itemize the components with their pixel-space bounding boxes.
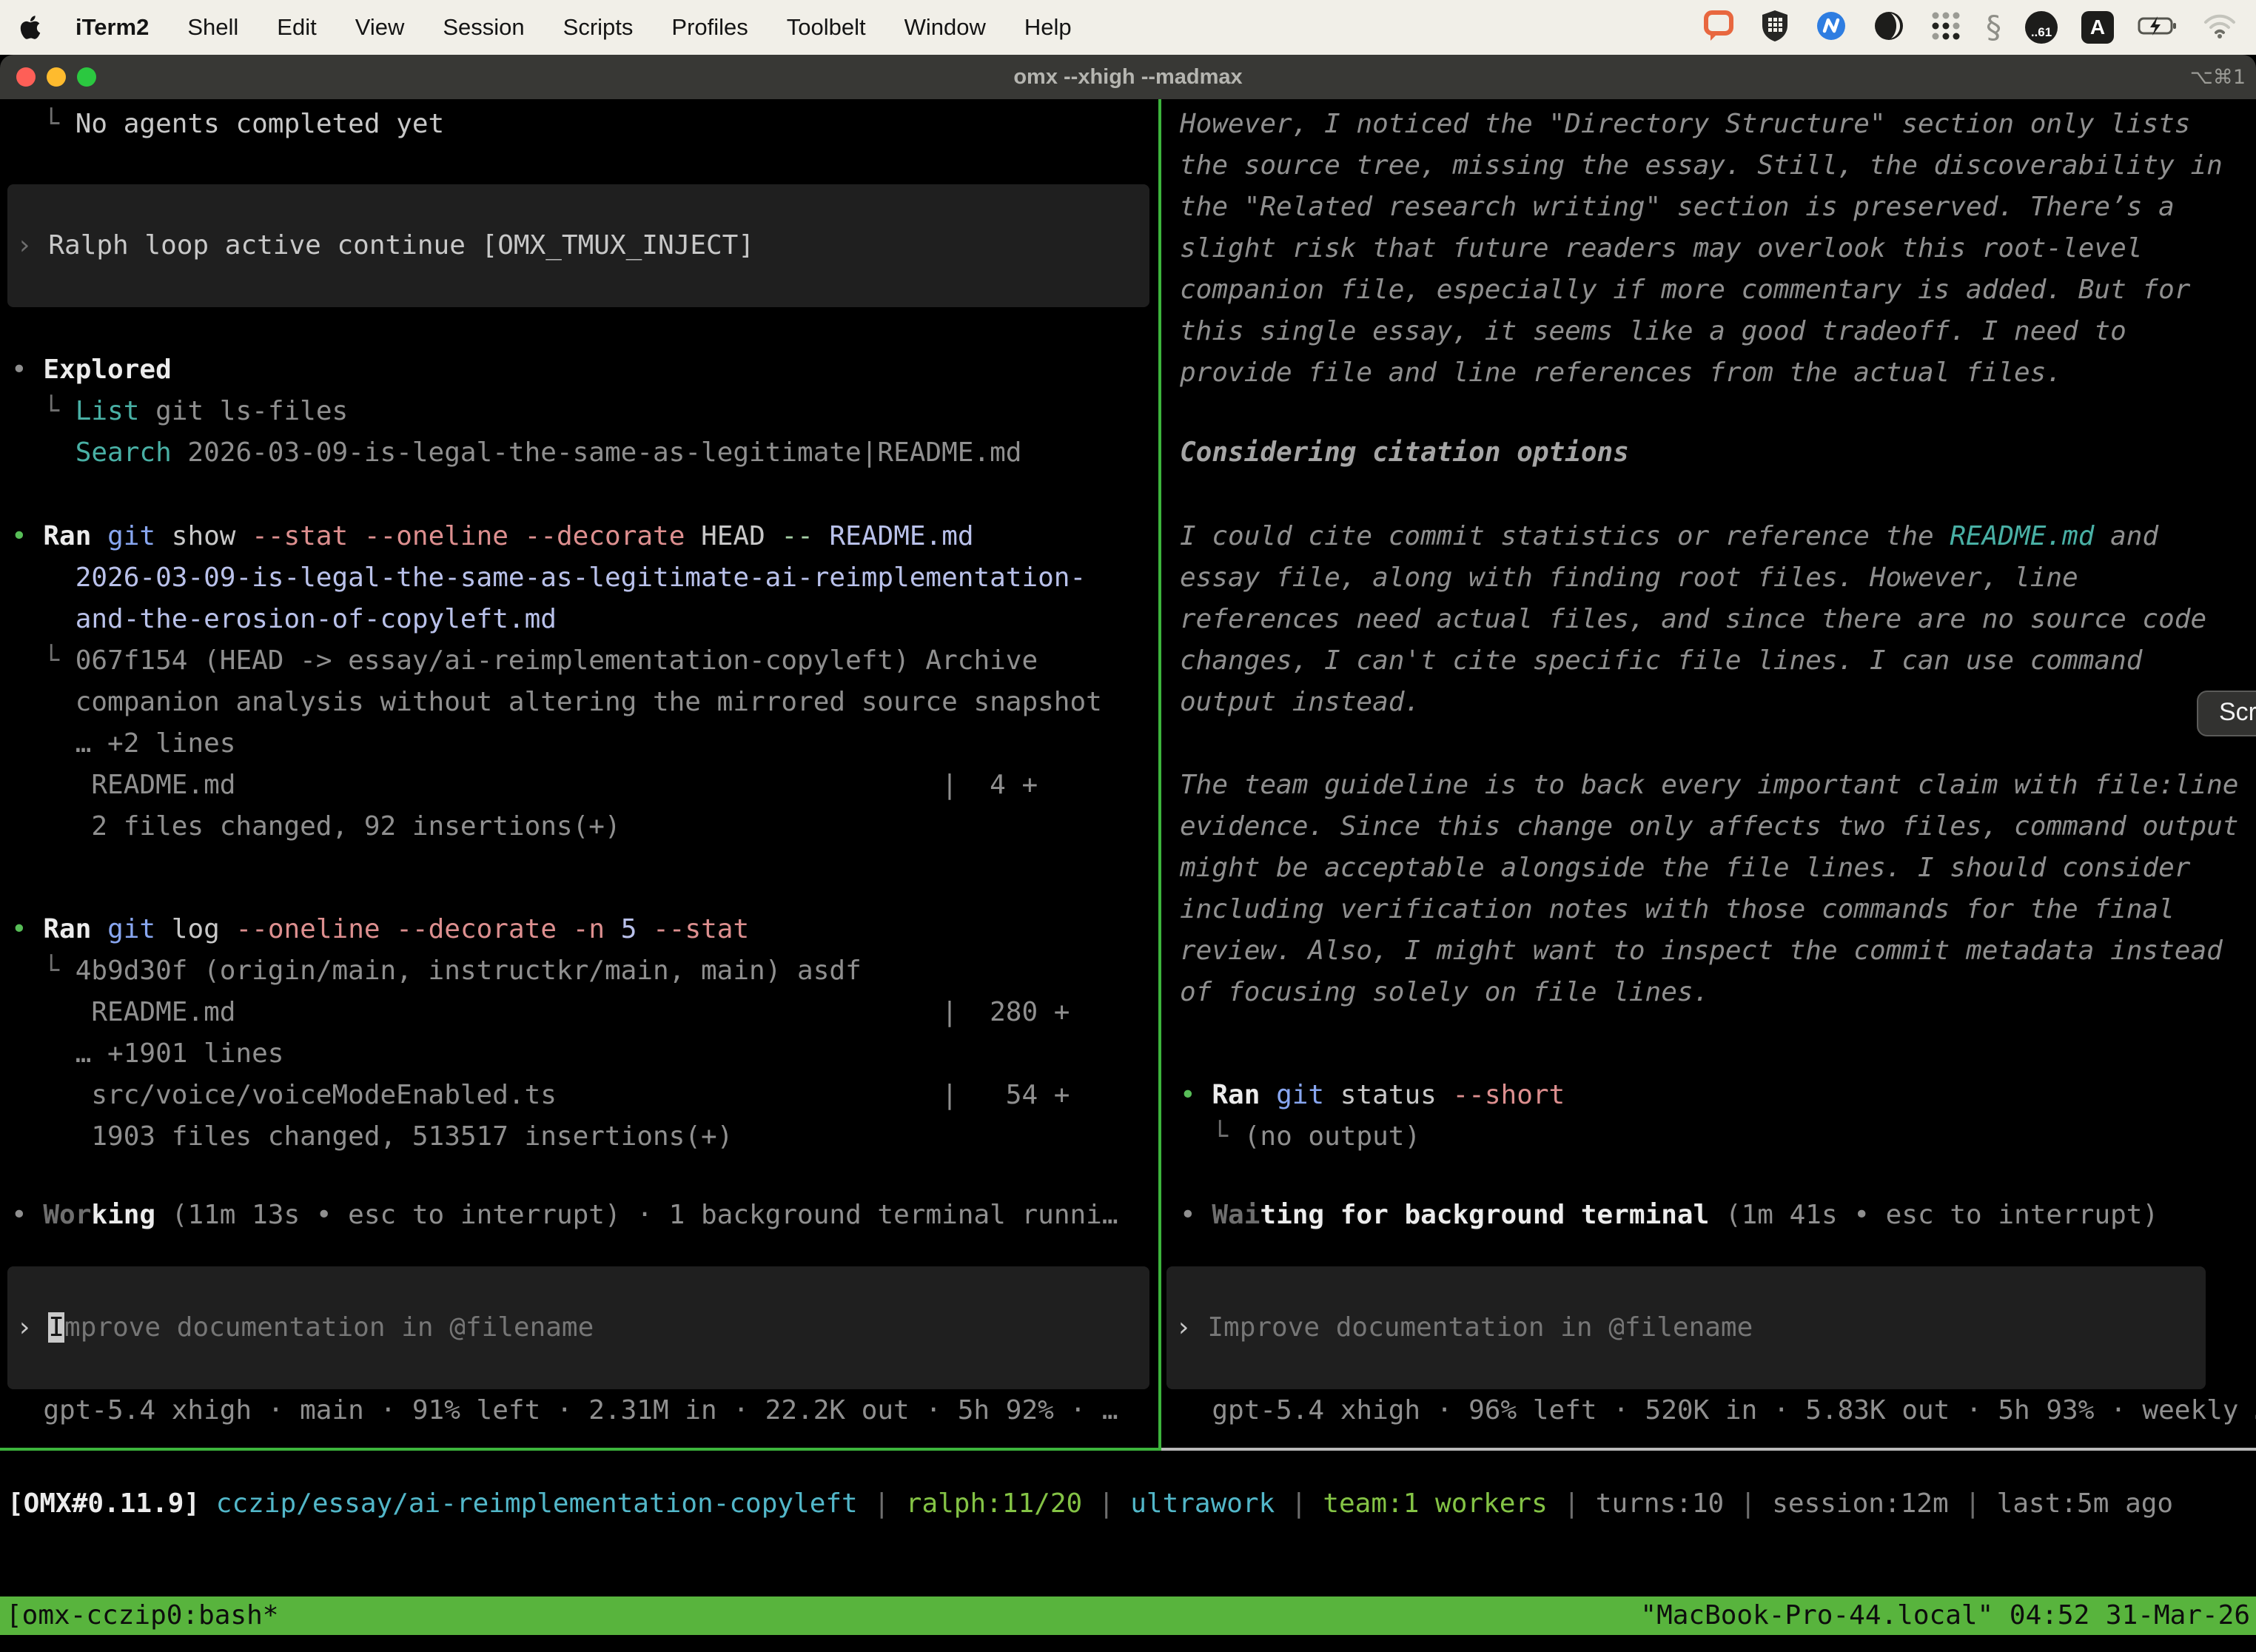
thinking-paragraph1-line6: this single essay, it seems like a good … bbox=[1180, 311, 2126, 352]
menu-item-toolbelt[interactable]: Toolbelt bbox=[787, 14, 866, 41]
traffic-lights bbox=[16, 55, 96, 99]
thinking-heading: Considering citation options bbox=[1180, 432, 1629, 474]
thinking-paragraph2-line3: references need actual files, and since … bbox=[1180, 599, 2206, 640]
left-pane-bottom-border bbox=[0, 1448, 1158, 1451]
window-title: omx --xhigh --madmax bbox=[1013, 65, 1242, 90]
pie-circle-icon[interactable] bbox=[1872, 9, 1906, 47]
close-button[interactable] bbox=[16, 67, 36, 87]
battery-icon[interactable] bbox=[2138, 15, 2179, 41]
messages-icon[interactable] bbox=[1702, 9, 1736, 47]
thinking-paragraph3-line6: of focusing solely on file lines. bbox=[1180, 972, 1709, 1013]
explored-header: • Explored bbox=[11, 349, 172, 391]
ran-git-show-arg-line1: 2026-03-09-is-legal-the-same-as-legitima… bbox=[11, 557, 1086, 599]
pane-divider[interactable] bbox=[1158, 99, 1161, 1451]
ran-git-show-arg-line2: and-the-erosion-of-copyleft.md bbox=[11, 599, 557, 640]
zoom-button[interactable] bbox=[77, 67, 96, 87]
thinking-paragraph1-line1: However, I noticed the "Directory Struct… bbox=[1180, 104, 2190, 145]
terminal-area: └ No agents completed yet › Ralph loop a… bbox=[0, 99, 2256, 1652]
thinking-paragraph3-line2: evidence. Since this change only affects… bbox=[1180, 806, 2238, 847]
right-session-status-line: gpt-5.4 xhigh · 96% left · 520K in · 5.8… bbox=[1180, 1390, 2256, 1431]
explored-search-line: Search 2026-03-09-is-legal-the-same-as-l… bbox=[11, 432, 1021, 474]
window-titlebar[interactable]: omx --xhigh --madmax ⌥⌘1 bbox=[0, 55, 2256, 99]
thinking-paragraph3-line1: The team guideline is to back every impo… bbox=[1180, 765, 2238, 806]
a-badge-label: A bbox=[2090, 16, 2105, 39]
menu-item-shell[interactable]: Shell bbox=[187, 14, 238, 41]
git-show-output-elided: … +2 lines bbox=[11, 723, 235, 765]
ran-git-status-command: • Ran git status --short bbox=[1180, 1075, 1565, 1116]
menu-status-icons: § ..61 A bbox=[1702, 9, 2237, 47]
git-log-output-line1: └ 4b9d30f (origin/main, instructkr/main,… bbox=[11, 950, 862, 992]
menu-app-name[interactable]: iTerm2 bbox=[75, 14, 149, 41]
left-input-text: › Improve documentation in @filename bbox=[16, 1307, 594, 1349]
ran-git-log-command: • Ran git log --oneline --decorate -n 5 … bbox=[11, 909, 749, 950]
menu-item-view[interactable]: View bbox=[355, 14, 405, 41]
explored-list-line: └ List git ls-files bbox=[11, 391, 348, 432]
thinking-paragraph2-line2: essay file, along with finding root file… bbox=[1180, 557, 2078, 599]
thinking-paragraph2-line4: changes, I can't cite specific file line… bbox=[1180, 640, 2142, 682]
thinking-paragraph3-line5: review. Also, I might want to inspect th… bbox=[1180, 930, 2223, 972]
thinking-paragraph2-line1: I could cite commit statistics or refere… bbox=[1180, 516, 2158, 557]
right-pane[interactable]: However, I noticed the "Directory Struct… bbox=[1161, 99, 2256, 1448]
agents-completed-note: └ No agents completed yet bbox=[11, 104, 444, 145]
git-log-summary-line: 1903 files changed, 513517 insertions(+) bbox=[11, 1116, 733, 1158]
thinking-paragraph1-line4: slight risk that future readers may over… bbox=[1180, 228, 2142, 269]
wifi-icon[interactable] bbox=[2203, 13, 2237, 42]
window-shortcut-badge: ⌥⌘1 bbox=[2190, 55, 2246, 99]
git-log-stat-line2: src/voice/voiceModeEnabled.ts | 54 + bbox=[11, 1075, 1070, 1116]
iterm-window: omx --xhigh --madmax ⌥⌘1 └ No agents com… bbox=[0, 55, 2256, 1652]
menu-bar: iTerm2 Shell Edit View Session Scripts P… bbox=[0, 0, 2256, 55]
left-pane[interactable]: └ No agents completed yet › Ralph loop a… bbox=[0, 99, 1158, 1448]
right-input-text: › Improve documentation in @filename bbox=[1175, 1307, 1753, 1349]
apple-menu-icon[interactable] bbox=[19, 14, 41, 41]
thinking-paragraph1-line3: the "Related research writing" section i… bbox=[1180, 187, 2175, 228]
thinking-paragraph1-line2: the source tree, missing the essay. Stil… bbox=[1180, 145, 2223, 187]
menu-item-session[interactable]: Session bbox=[443, 14, 524, 41]
right-pane-bottom-border bbox=[1161, 1448, 2256, 1451]
left-message-box[interactable]: › Ralph loop active continue [OMX_TMUX_I… bbox=[7, 184, 1149, 307]
omx-status-line: [OMX#0.11.9] cczip/essay/ai-reimplementa… bbox=[7, 1483, 2173, 1525]
menu-item-profiles[interactable]: Profiles bbox=[671, 14, 748, 41]
thinking-paragraph2-line5: output instead. bbox=[1180, 682, 1420, 723]
git-status-no-output: └ (no output) bbox=[1180, 1116, 1420, 1158]
thinking-paragraph3-line4: including verification notes with those … bbox=[1180, 889, 2175, 930]
thinking-paragraph3-line3: might be acceptable alongside the file l… bbox=[1180, 847, 2190, 889]
menu-item-window[interactable]: Window bbox=[904, 14, 986, 41]
git-log-stat-line1: README.md | 280 + bbox=[11, 992, 1070, 1033]
ran-git-show-command: • Ran git show --stat --oneline --decora… bbox=[11, 516, 974, 557]
a-badge-icon[interactable]: A bbox=[2081, 11, 2114, 44]
git-show-output-line1: └ 067f154 (HEAD -> essay/ai-reimplementa… bbox=[11, 640, 1038, 682]
right-input-box[interactable]: › Improve documentation in @filename bbox=[1166, 1266, 2206, 1389]
dots-grid-icon[interactable] bbox=[1930, 10, 1962, 46]
tmux-session-label: [omx-cczip0:bash* bbox=[6, 1596, 278, 1635]
menu-item-help[interactable]: Help bbox=[1024, 14, 1072, 41]
tmux-host-clock-label: "MacBook-Pro-44.local" 04:52 31-Mar-26 bbox=[1640, 1596, 2250, 1635]
menu-item-edit[interactable]: Edit bbox=[277, 14, 316, 41]
git-log-output-elided: … +1901 lines bbox=[11, 1033, 283, 1075]
squiggle-icon[interactable]: § bbox=[1986, 11, 2001, 44]
git-show-summary-line: 2 files changed, 92 insertions(+) bbox=[11, 806, 621, 847]
screen-share-overlay-button[interactable]: Scre bbox=[2197, 691, 2256, 736]
git-show-output-line2: companion analysis without altering the … bbox=[11, 682, 1102, 723]
badge-61-icon[interactable]: ..61 bbox=[2025, 11, 2058, 44]
menu-item-scripts[interactable]: Scripts bbox=[563, 14, 634, 41]
working-status-line: • Working (11m 13s • esc to interrupt) ·… bbox=[11, 1195, 1118, 1236]
left-session-status-line: gpt-5.4 xhigh · main · 91% left · 2.31M … bbox=[11, 1390, 1118, 1431]
badge-61-label: ..61 bbox=[2031, 25, 2052, 40]
pulse-badge-icon[interactable] bbox=[1814, 9, 1848, 47]
thinking-paragraph1-line5: companion file, especially if more comme… bbox=[1180, 269, 2190, 311]
git-show-stat-line: README.md | 4 + bbox=[11, 765, 1038, 806]
waiting-status-line: • Waiting for background terminal (1m 41… bbox=[1180, 1195, 2158, 1236]
left-message-text: › Ralph loop active continue [OMX_TMUX_I… bbox=[16, 225, 754, 266]
minimize-button[interactable] bbox=[47, 67, 66, 87]
tmux-status-bar: [omx-cczip0:bash* "MacBook-Pro-44.local"… bbox=[0, 1596, 2256, 1635]
shield-grid-icon[interactable] bbox=[1759, 9, 1790, 47]
thinking-paragraph1-line7: provide file and line references from th… bbox=[1180, 352, 2062, 394]
left-input-box[interactable]: › Improve documentation in @filename bbox=[7, 1266, 1149, 1389]
